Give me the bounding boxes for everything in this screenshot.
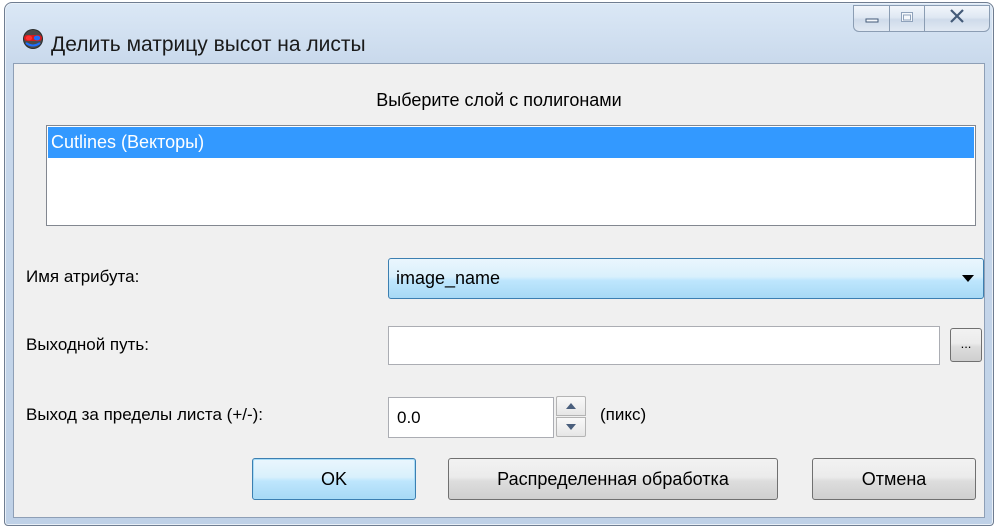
close-icon	[949, 9, 965, 28]
attribute-label: Имя атрибута:	[26, 267, 140, 286]
attribute-combobox-value: image_name	[396, 268, 501, 288]
layer-list-item-selected[interactable]: Cutlines (Векторы)	[48, 127, 974, 158]
minimize-icon	[865, 10, 879, 28]
overlap-input[interactable]	[388, 397, 554, 438]
layer-list[interactable]: Cutlines (Векторы)	[46, 125, 976, 226]
arrow-up-icon	[566, 403, 576, 409]
maximize-icon	[900, 10, 914, 28]
stereo-glasses-icon	[22, 28, 43, 49]
arrow-down-icon	[566, 424, 576, 430]
dialog-window: Делить матрицу высот на листы Выберите с…	[4, 2, 994, 526]
attribute-combobox[interactable]: image_name	[388, 258, 984, 299]
overlap-unit-label: (пикс)	[600, 405, 647, 424]
window-title: Делить матрицу высот на листы	[51, 33, 366, 56]
cancel-button[interactable]: Отмена	[812, 458, 976, 500]
maximize-button[interactable]	[889, 5, 924, 32]
title-bar[interactable]: Делить матрицу высот на листы	[5, 3, 993, 61]
ok-button[interactable]: OK	[252, 458, 416, 500]
overlap-label: Выход за пределы листа (+/-):	[26, 405, 264, 424]
output-path-label: Выходной путь:	[26, 335, 150, 354]
minimize-button[interactable]	[853, 5, 889, 32]
layer-list-heading: Выберите слой с полигонами	[376, 90, 622, 110]
browse-button[interactable]: ...	[950, 328, 982, 362]
dropdown-arrow-icon[interactable]	[962, 275, 974, 282]
spin-down-button[interactable]	[556, 417, 586, 437]
caption-buttons	[853, 5, 990, 32]
distributed-processing-button[interactable]: Распределенная обработка	[448, 458, 778, 500]
output-path-input[interactable]	[388, 326, 940, 365]
overlap-spinner	[556, 396, 586, 439]
dialog-content: Выберите слой с полигонами Cutlines (Век…	[13, 63, 985, 518]
spin-up-button[interactable]	[556, 396, 586, 416]
close-button[interactable]	[924, 5, 990, 32]
